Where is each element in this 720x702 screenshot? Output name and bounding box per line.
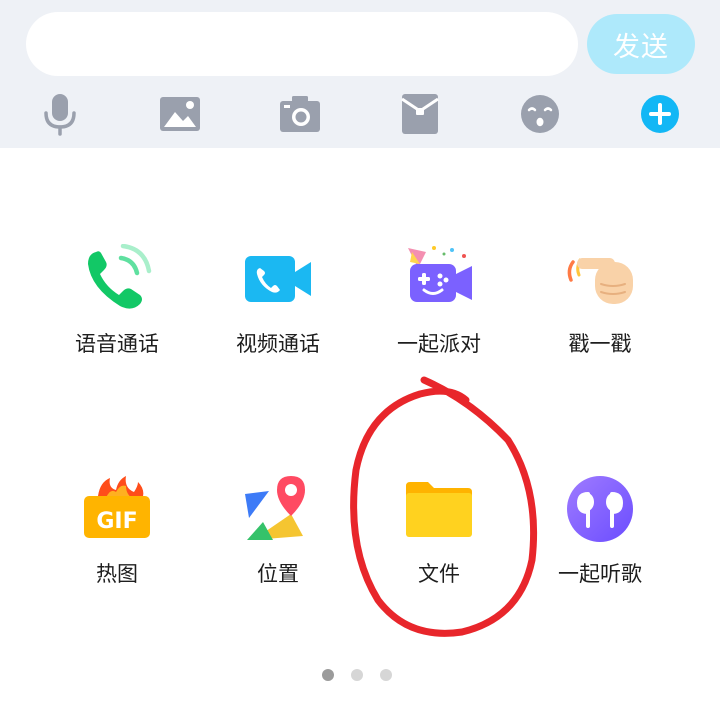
camera-button[interactable] — [278, 92, 322, 136]
message-input[interactable] — [26, 12, 578, 76]
send-button[interactable]: 发送 — [587, 14, 695, 74]
image-button[interactable] — [158, 92, 202, 136]
app-label: 一起听歌 — [558, 562, 642, 586]
app-party[interactable]: 一起派对 — [364, 244, 514, 384]
app-label: 位置 — [257, 562, 299, 586]
page-dot[interactable] — [380, 669, 392, 681]
location-map-icon — [243, 474, 313, 544]
phone-call-icon — [82, 243, 152, 314]
plus-icon — [641, 95, 679, 133]
poke-hand-icon — [565, 244, 635, 314]
svg-text:GIF: GIF — [96, 509, 137, 534]
app-location[interactable]: 位置 — [203, 474, 353, 614]
microphone-icon — [44, 94, 76, 136]
app-video-call[interactable]: 视频通话 — [203, 244, 353, 384]
app-listen-together[interactable]: 一起听歌 — [525, 474, 675, 614]
page-indicator — [318, 668, 398, 682]
more-button[interactable] — [638, 92, 682, 136]
app-label: 视频通话 — [236, 332, 320, 356]
page-dot-active[interactable] — [322, 669, 334, 681]
folder-icon — [404, 474, 474, 544]
input-toolbar: 发送 — [0, 0, 720, 148]
camera-icon — [280, 96, 320, 132]
app-hot-gif[interactable]: GIF 热图 — [42, 474, 192, 614]
app-label: 戳一戳 — [568, 332, 632, 356]
app-poke[interactable]: 戳一戳 — [525, 244, 675, 384]
app-voice-call[interactable]: 语音通话 — [42, 243, 192, 384]
gif-icon: GIF — [82, 474, 152, 544]
app-label: 语音通话 — [75, 332, 159, 356]
emoji-button[interactable] — [518, 92, 562, 136]
microphone-button[interactable] — [38, 92, 82, 136]
app-file[interactable]: 文件 — [364, 474, 514, 614]
image-icon — [160, 97, 200, 131]
headphones-icon — [565, 474, 635, 544]
app-label: 热图 — [96, 562, 138, 586]
red-packet-icon — [401, 94, 439, 134]
emoji-icon — [521, 95, 559, 133]
party-game-icon — [404, 244, 474, 314]
page-dot[interactable] — [351, 669, 363, 681]
red-packet-button[interactable] — [398, 92, 442, 136]
app-label: 文件 — [418, 562, 460, 586]
video-call-icon — [243, 244, 313, 314]
app-label: 一起派对 — [397, 332, 481, 356]
